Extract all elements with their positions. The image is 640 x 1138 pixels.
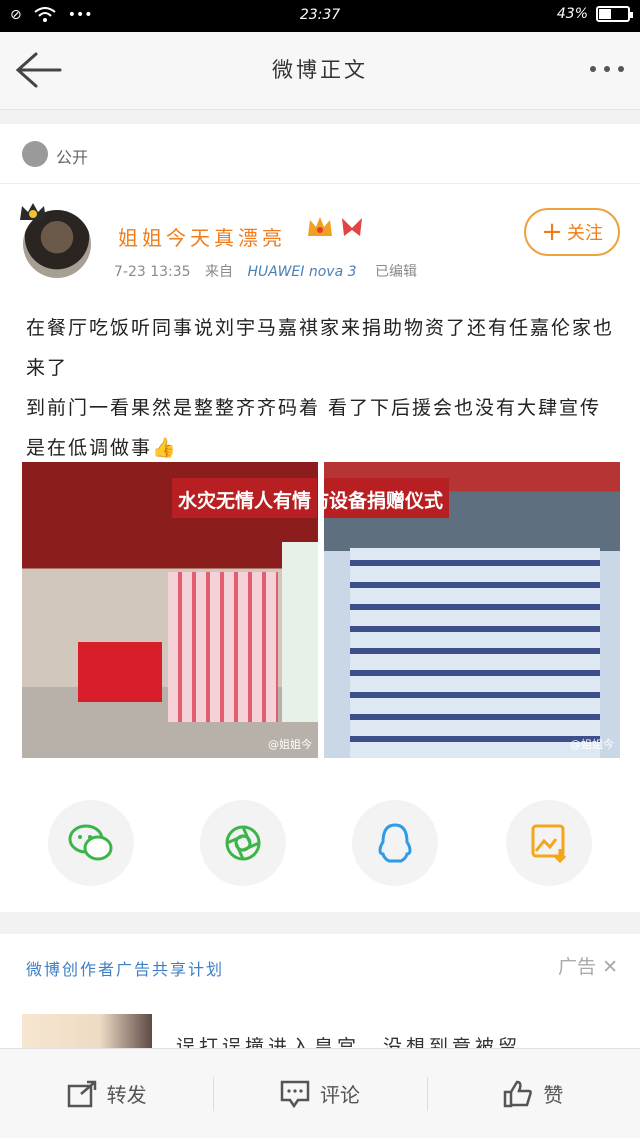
user-badges bbox=[306, 214, 366, 240]
crown-icon bbox=[20, 203, 46, 220]
like-label: 赞 bbox=[543, 1083, 564, 1107]
repost-button[interactable]: 转发 bbox=[0, 1049, 213, 1138]
battery-icon bbox=[596, 6, 633, 22]
comment-label: 评论 bbox=[319, 1083, 360, 1107]
battery-percent: 43% bbox=[556, 6, 588, 22]
status-bar: ⊘ ••• 23:37 43% bbox=[0, 0, 640, 32]
follow-button[interactable]: + 关注 bbox=[524, 208, 620, 256]
post-text-line: 在餐厅吃饭听同事说刘宇马嘉祺家来捐助物资了还有任嘉伦家也来了 bbox=[26, 317, 615, 379]
nav-bar: 微博正文 bbox=[0, 32, 640, 110]
image-watermark: @姐姐今 bbox=[570, 738, 614, 751]
repost-icon bbox=[67, 1080, 96, 1107]
boxes bbox=[282, 542, 318, 722]
like-button[interactable]: 赞 bbox=[426, 1049, 640, 1138]
ad-label[interactable]: 广告 ✕ bbox=[558, 952, 618, 979]
share-wechat-button[interactable] bbox=[48, 800, 134, 886]
status-right: 43% bbox=[556, 6, 633, 22]
battery-fill bbox=[599, 9, 611, 19]
thumbs-up-icon bbox=[504, 1080, 533, 1107]
wechat-icon bbox=[68, 824, 113, 861]
visibility-label: 公开 bbox=[56, 148, 89, 167]
image-banner-text: 水灾无情人有情 bbox=[172, 478, 318, 518]
globe-icon bbox=[22, 141, 48, 167]
bottom-action-bar: 转发 评论 赞 bbox=[0, 1048, 640, 1138]
moments-icon bbox=[225, 825, 261, 861]
more-options-button[interactable] bbox=[590, 66, 624, 72]
visibility-row: 公开 bbox=[0, 124, 640, 184]
post-image[interactable]: 水灾无情人有情 @姐姐今 bbox=[22, 462, 318, 758]
avatar-wrap[interactable] bbox=[18, 200, 94, 278]
comment-button[interactable]: 评论 bbox=[213, 1049, 426, 1138]
share-qq-button[interactable] bbox=[352, 800, 438, 886]
post-image[interactable]: 防设备捐赠仪式 @姐姐今 bbox=[324, 462, 620, 758]
page: ⊘ ••• 23:37 43% 微博正文 公开 姐姐今天真漂亮 7-23 13:… bbox=[0, 0, 640, 1138]
status-time: 23:37 bbox=[299, 7, 341, 23]
username[interactable]: 姐姐今天真漂亮 bbox=[118, 222, 286, 251]
post-time: 7-23 13:35 bbox=[114, 264, 191, 280]
red-table bbox=[78, 642, 162, 702]
post-source[interactable]: HUAWEI nova 3 bbox=[247, 264, 356, 280]
crown-badge-icon bbox=[308, 217, 332, 236]
water-stack bbox=[168, 572, 278, 722]
follow-label: 关注 bbox=[566, 223, 603, 244]
water-stack bbox=[350, 548, 600, 758]
ad-plan-link[interactable]: 微博创作者广告共享计划 bbox=[26, 956, 224, 980]
ribbon-badge-icon bbox=[342, 218, 362, 236]
comment-icon bbox=[280, 1080, 310, 1108]
ad-card[interactable]: 微博创作者广告共享计划 广告 ✕ 误打误撞进入皇宫，没想到竟被留 bbox=[0, 934, 640, 1074]
close-icon[interactable]: ✕ bbox=[602, 956, 618, 978]
repost-label: 转发 bbox=[106, 1083, 147, 1107]
image-watermark: @姐姐今 bbox=[268, 738, 312, 751]
qq-icon bbox=[378, 823, 412, 863]
image-banner-text: 防设备捐赠仪式 bbox=[324, 478, 450, 518]
edited-label[interactable]: 已编辑 bbox=[375, 264, 417, 280]
page-title: 微博正文 bbox=[272, 58, 368, 82]
source-prefix: 来自 bbox=[205, 264, 234, 280]
post-text: 在餐厅吃饭听同事说刘宇马嘉祺家来捐助物资了还有任嘉伦家也来了 到前门一看果然是整… bbox=[26, 308, 616, 468]
plus-icon: + bbox=[541, 217, 563, 247]
post-meta: 7-23 13:35 来自 HUAWEI nova 3 已编辑 bbox=[114, 261, 417, 281]
post-card: 姐姐今天真漂亮 7-23 13:35 来自 HUAWEI nova 3 已编辑 … bbox=[0, 184, 640, 912]
post-text-line: 到前门一看果然是整整齐齐码着 看了下后援会也没有大肆宣传 是在低调做事👍 bbox=[26, 397, 602, 459]
share-moments-button[interactable] bbox=[200, 800, 286, 886]
share-row bbox=[0, 800, 640, 890]
save-image-button[interactable] bbox=[506, 800, 592, 886]
save-image-icon bbox=[531, 824, 567, 863]
ad-label-text: 广告 bbox=[558, 956, 597, 978]
